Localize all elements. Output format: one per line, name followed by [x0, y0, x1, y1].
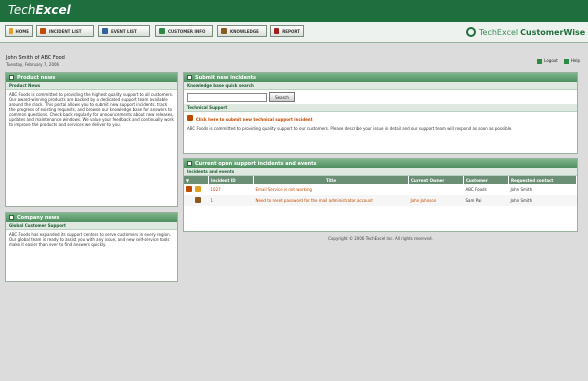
customer-cell: ABC Foods [465, 187, 487, 192]
technical-support-label: Technical Support [184, 104, 577, 112]
customer-icon [159, 28, 165, 34]
product-news-panel: Product news Product News ABC Foods is c… [5, 72, 178, 207]
incident-title-link[interactable]: Need to reset password for the mail admi… [254, 195, 409, 206]
kb-search-label: Knowledge base quick search [184, 82, 577, 90]
customerwise-brand: TechExcel CustomerWise [466, 24, 585, 40]
panel-icon [187, 161, 192, 166]
submit-incidents-panel: Submit new incidents Knowledge base quic… [183, 72, 578, 154]
current-date: Tuesday, February 7, 2006 [6, 62, 60, 67]
column-header[interactable]: Incident ID [208, 176, 254, 184]
table-row[interactable]: 1027 Email Service is not working ABC Fo… [184, 184, 577, 195]
submit-incidents-header: Submit new incidents [184, 73, 577, 82]
event-list-button[interactable]: EVENT LIST [98, 25, 150, 37]
owner-cell [409, 184, 464, 195]
app-header: TechExcel [0, 0, 588, 22]
incident-icon [187, 115, 193, 121]
contact-cell: John Smith [510, 198, 533, 203]
brand-icon [466, 27, 476, 37]
current-incidents-panel: Current open support incidents and event… [183, 158, 578, 232]
top-links: Logout Help [537, 58, 580, 64]
list-icon [40, 28, 46, 34]
submit-incident-link[interactable]: Click here to submit new technical suppo… [196, 117, 313, 122]
submit-link-row: Click here to submit new technical suppo… [184, 112, 577, 124]
company-news-panel: Company news Global Customer Support ABC… [5, 212, 178, 282]
submit-description: ABC Foods is committed to providing qual… [187, 126, 513, 131]
panel-icon [187, 75, 192, 80]
incident-id-link[interactable]: 1027 [209, 184, 254, 195]
owner-cell: John Johnson [410, 198, 437, 203]
help-link[interactable]: Help [563, 58, 580, 64]
logout-link[interactable]: Logout [537, 58, 558, 64]
help-icon [563, 58, 569, 64]
user-name: John Smith of ABC Food [6, 55, 65, 61]
kb-search-button[interactable]: Search [269, 92, 295, 102]
home-icon [9, 28, 13, 34]
customer-cell: Sam Pai [465, 198, 482, 203]
row-icons-cell [184, 195, 209, 206]
incident-id-link[interactable]: 1 [209, 195, 254, 206]
logout-icon [537, 58, 543, 64]
company-news-header: Company news [6, 213, 177, 222]
panel-icon [9, 75, 14, 80]
incident-title-link[interactable]: Email Service is not working [254, 184, 409, 195]
company-news-subtitle: Global Customer Support [6, 222, 177, 230]
company-news-body: ABC Foods has expanded its support cente… [9, 232, 171, 247]
filter-column-header[interactable]: ▼ [184, 176, 209, 184]
panel-icon [9, 215, 14, 220]
column-header[interactable]: Title [253, 176, 409, 184]
product-news-body: ABC Foods is committed to providing the … [9, 92, 174, 127]
priority-icon [195, 186, 201, 192]
table-row[interactable]: 1 Need to reset password for the mail ad… [184, 195, 577, 206]
report-button[interactable]: REPORT [270, 25, 304, 37]
product-news-header: Product news [6, 73, 177, 82]
row-icons-cell [184, 184, 209, 195]
column-header[interactable]: Customer [463, 176, 509, 184]
incident-list-button[interactable]: INCIDENT LIST [36, 25, 94, 37]
incident-type-icon [186, 186, 192, 192]
column-header[interactable]: Requested contact [508, 176, 577, 184]
product-news-subtitle: Product News [6, 82, 177, 90]
contact-cell: John Smith [510, 187, 533, 192]
book-icon [221, 28, 227, 34]
column-header[interactable]: Current Owner [408, 176, 464, 184]
current-incidents-header: Current open support incidents and event… [184, 159, 577, 168]
knowledge-button[interactable]: KNOWLEDGE [217, 25, 267, 37]
kb-search-row: Search [184, 90, 577, 104]
incidents-subtitle: Incidents and events [184, 168, 577, 176]
incident-type-icon [195, 197, 201, 203]
report-icon [274, 28, 280, 34]
event-icon [102, 28, 108, 34]
table-header-row: ▼ Incident ID Title Current Owner Custom… [184, 176, 577, 184]
kb-search-input[interactable] [187, 92, 267, 102]
techexcel-logo: TechExcel [8, 3, 71, 17]
filter-icon: ▼ [186, 177, 190, 183]
copyright-footer: Copyright © 2006 TechExcel Inc. All righ… [328, 236, 433, 241]
customer-info-button[interactable]: CUSTOMER INFO [155, 25, 213, 37]
home-button[interactable]: HOME [5, 25, 33, 37]
incidents-table: ▼ Incident ID Title Current Owner Custom… [184, 176, 577, 206]
